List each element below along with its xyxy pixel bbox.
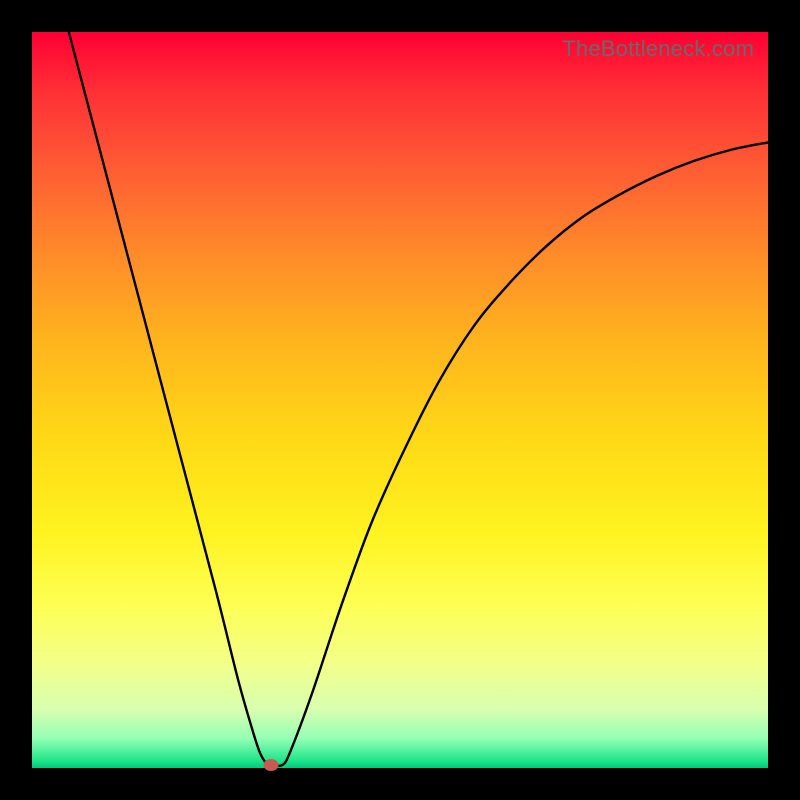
plot-area: TheBottleneck.com xyxy=(32,32,768,768)
chart-frame: TheBottleneck.com xyxy=(0,0,800,800)
curve-path xyxy=(69,32,768,766)
minimum-marker xyxy=(264,759,279,771)
bottleneck-curve xyxy=(32,32,768,768)
